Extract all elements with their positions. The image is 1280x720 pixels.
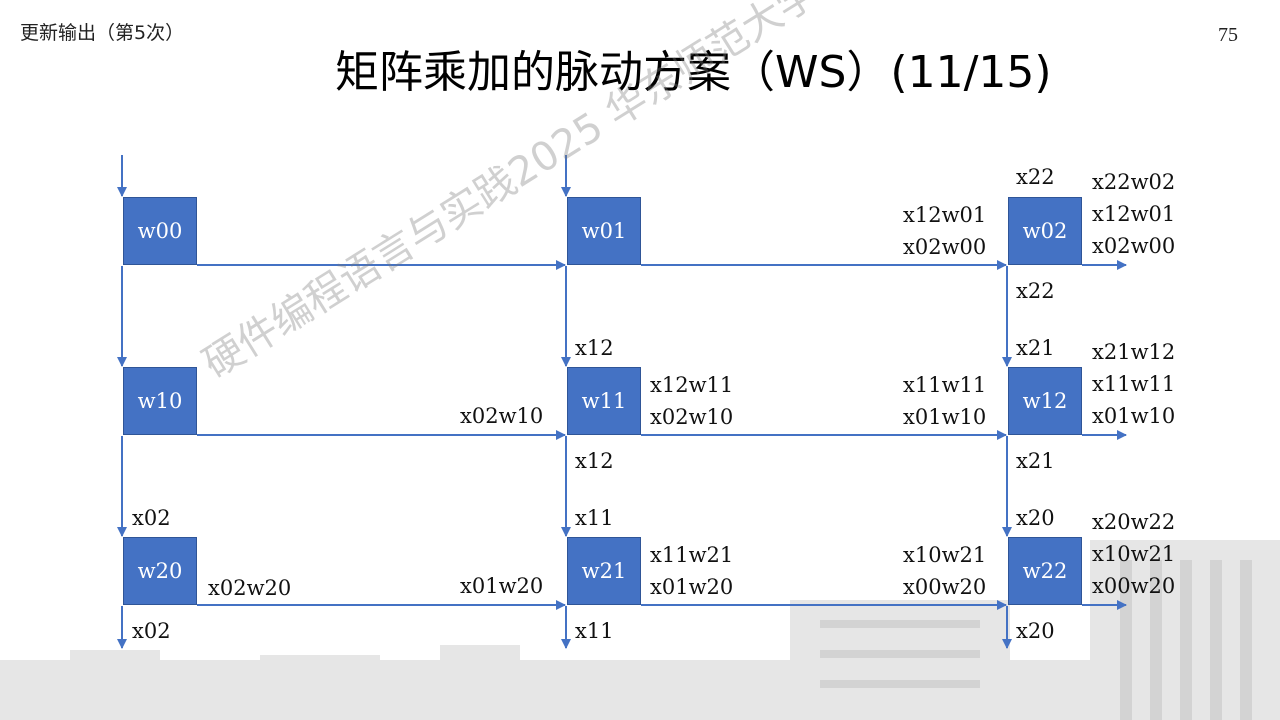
pe-w10: w10 bbox=[123, 367, 197, 435]
pe-w01: w01 bbox=[567, 197, 641, 265]
label-w12-right-3: x01w10 bbox=[1092, 404, 1176, 428]
label-w20-right-1: x02w20 bbox=[208, 576, 292, 600]
label-w21-left-1: x01w20 bbox=[460, 574, 544, 598]
pe-w02: w02 bbox=[1008, 197, 1082, 265]
label-w21-bottom-out: x11 bbox=[575, 619, 614, 643]
dataflow-arrows bbox=[117, 155, 1127, 649]
label-w11-top-in: x12 bbox=[575, 336, 614, 360]
systolic-array-diagram: w00 w01 w02 w10 w11 w12 w20 w21 w22 x22 … bbox=[0, 0, 1280, 720]
label-w12-right-2: x11w11 bbox=[1092, 372, 1176, 396]
label-w02-bottom-out: x22 bbox=[1016, 279, 1055, 303]
label-w22-left-1: x10w21 bbox=[903, 543, 987, 567]
label-w22-top-in: x20 bbox=[1016, 506, 1055, 530]
label-w20-top-in: x02 bbox=[132, 506, 171, 530]
label-w21-top-in: x11 bbox=[575, 506, 614, 530]
label-w21-right-1: x11w21 bbox=[650, 543, 734, 567]
label-w02-top-in: x22 bbox=[1016, 165, 1055, 189]
label-w22-bottom-out: x20 bbox=[1016, 619, 1055, 643]
label-w02-right-3: x02w00 bbox=[1092, 234, 1176, 258]
label-w02-right-2: x12w01 bbox=[1092, 202, 1176, 226]
pe-w00: w00 bbox=[123, 197, 197, 265]
label-w20-bottom-out: x02 bbox=[132, 619, 171, 643]
label-w12-left-1: x11w11 bbox=[903, 373, 987, 397]
pe-w21: w21 bbox=[567, 537, 641, 605]
label-w11-right-1: x12w11 bbox=[650, 373, 734, 397]
pe-w12: w12 bbox=[1008, 367, 1082, 435]
label-w22-right-1: x20w22 bbox=[1092, 510, 1176, 534]
label-w21-right-2: x01w20 bbox=[650, 575, 734, 599]
pe-w22: w22 bbox=[1008, 537, 1082, 605]
label-w22-right-3: x00w20 bbox=[1092, 574, 1176, 598]
label-w02-right-1: x22w02 bbox=[1092, 170, 1176, 194]
pe-w20: w20 bbox=[123, 537, 197, 605]
label-w12-right-1: x21w12 bbox=[1092, 340, 1176, 364]
pe-w11: w11 bbox=[567, 367, 641, 435]
label-w12-bottom-out: x21 bbox=[1016, 449, 1055, 473]
label-w02-left-1: x12w01 bbox=[903, 203, 987, 227]
label-w11-left-1: x02w10 bbox=[460, 404, 544, 428]
label-w22-left-2: x00w20 bbox=[903, 575, 987, 599]
label-w12-top-in: x21 bbox=[1016, 336, 1055, 360]
label-w11-right-2: x02w10 bbox=[650, 405, 734, 429]
label-w12-left-2: x01w10 bbox=[903, 405, 987, 429]
label-w22-right-2: x10w21 bbox=[1092, 542, 1176, 566]
label-w02-left-2: x02w00 bbox=[903, 235, 987, 259]
label-w11-bottom-out: x12 bbox=[575, 449, 614, 473]
